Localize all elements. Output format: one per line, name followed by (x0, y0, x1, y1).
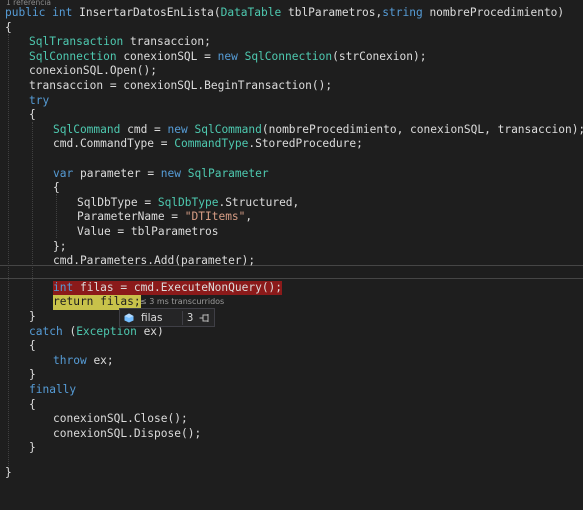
token-plain: cmd.CommandType = (53, 137, 175, 151)
token-plain: ParameterName = (77, 210, 185, 224)
code-line-32[interactable]: } (0, 466, 583, 481)
debug-datatip[interactable]: filas 3 (119, 308, 215, 327)
token-plain: } (29, 441, 36, 455)
token-keyword: finally (29, 383, 77, 396)
token-plain: { (29, 108, 36, 122)
token-keyword: new (167, 122, 188, 136)
code-line-26[interactable]: finally (0, 383, 583, 398)
code-line-8[interactable]: { (0, 108, 583, 123)
token-plain: tblParametros, (287, 6, 383, 19)
code-line-12[interactable]: { (0, 181, 583, 196)
code-line-23[interactable]: { (0, 339, 583, 354)
token-plain: conexionSQL.Open(); (29, 64, 157, 78)
code-line-21[interactable]: } (0, 310, 583, 325)
token-type: SqlParameter (187, 166, 269, 180)
code-line-14[interactable]: ParameterName = "DTItems", (0, 210, 583, 225)
token-plain: SqlDbType = (77, 195, 158, 209)
code-editor[interactable]: 1 referencia public int InsertarDatosEnL… (0, 0, 583, 492)
datatip-variable-name[interactable]: filas (141, 312, 162, 324)
code-line-17[interactable]: cmd.Parameters.Add(parameter); (0, 254, 583, 269)
token-plain: transaccion; (130, 35, 211, 49)
token-plain: nombreProcedimiento) (429, 6, 565, 19)
token-plain: parameter = (79, 166, 161, 180)
token-type: CommandType (174, 137, 249, 151)
token-plain: { (29, 397, 36, 411)
token-plain: conexionSQL.Close(); (53, 412, 188, 426)
code-line-29[interactable]: conexionSQL.Dispose(); (0, 427, 583, 442)
code-line-11[interactable]: var parameter = new SqlParameter (0, 167, 583, 182)
token-plain: filas; (100, 295, 141, 309)
token-keyword: new (160, 166, 182, 180)
code-line-20[interactable]: return filas; (0, 295, 583, 310)
token-plain: filas = cmd.ExecuteNonQuery(); (79, 280, 283, 294)
code-line-27[interactable]: { (0, 398, 583, 413)
code-line-10[interactable]: cmd.CommandType = CommandType.StoredProc… (0, 137, 583, 152)
token-type: SqlCommand (53, 122, 121, 136)
token-type: SqlCommand (194, 122, 262, 136)
token-keyword: new (217, 49, 238, 63)
token-plain: (strConexion); (332, 49, 427, 63)
code-line-25[interactable]: } (0, 368, 583, 383)
token-plain: .Structured, (218, 195, 300, 209)
code-line-22[interactable]: catch (Exception ex) (0, 325, 583, 340)
token-plain: ex; (93, 353, 114, 367)
code-line-6[interactable]: transaccion = conexionSQL.BeginTransacti… (0, 79, 583, 94)
code-line-1[interactable]: public int InsertarDatosEnLista(DataTabl… (0, 6, 583, 21)
token-plain: } (29, 368, 36, 382)
code-line-9[interactable]: SqlCommand cmd = new SqlCommand(nombrePr… (0, 123, 583, 138)
token-plain: conexionSQL = (123, 49, 218, 63)
token-plain: (nombreProcedimiento, conexionSQL, trans… (261, 122, 583, 136)
token-keyword: try (29, 93, 50, 107)
code-line-30[interactable]: } (0, 441, 583, 456)
elapsed-time-hint[interactable]: ≤ 3 ms transcurridos (140, 297, 224, 306)
token-type: SqlTransaction (29, 35, 124, 49)
code-line-2[interactable]: { (0, 21, 583, 36)
breakpoint-highlight: int filas = cmd.ExecuteNonQuery(); (53, 280, 283, 296)
token-keyword: public (5, 6, 46, 19)
token-plain: } (5, 466, 12, 479)
token-plain: { (53, 181, 60, 195)
token-type: DataTable (220, 6, 282, 19)
datatip-value[interactable]: 3 (187, 312, 193, 324)
token-plain: cmd = (127, 122, 168, 136)
code-line-5[interactable]: conexionSQL.Open(); (0, 64, 583, 79)
token-keyword: int (53, 280, 74, 294)
token-plain: } (29, 310, 36, 323)
token-string: "DTItems" (184, 210, 246, 224)
pin-icon[interactable] (199, 313, 211, 323)
token-plain: conexionSQL.Dispose(); (53, 426, 202, 440)
token-plain: , (245, 210, 253, 224)
code-line-13[interactable]: SqlDbType = SqlDbType.Structured, (0, 196, 583, 211)
token-keyword: string (382, 6, 423, 19)
token-keyword: var (53, 166, 74, 180)
variable-icon (124, 313, 134, 323)
code-line-16[interactable]: }; (0, 240, 583, 255)
code-line-19[interactable]: int filas = cmd.ExecuteNonQuery(); (0, 280, 583, 296)
method-name: InsertarDatosEnLista( (79, 6, 221, 19)
token-keyword: catch (29, 324, 63, 338)
datatip-separator (182, 311, 183, 325)
token-plain: transaccion = conexionSQL.BeginTransacti… (29, 79, 333, 92)
token-plain: }; (53, 239, 67, 253)
token-plain: { (29, 339, 36, 353)
code-line-24[interactable]: throw ex; (0, 354, 583, 369)
code-line-4[interactable]: SqlConnection conexionSQL = new SqlConne… (0, 50, 583, 65)
token-type: SqlConnection (244, 49, 333, 63)
token-type: SqlConnection (29, 49, 117, 63)
code-line-7[interactable]: try (0, 94, 583, 109)
token-keyword: int (52, 6, 73, 19)
token-type: SqlDbType (157, 195, 219, 209)
code-line-15[interactable]: Value = tblParametros (0, 225, 583, 240)
code-line-3[interactable]: SqlTransaction transaccion; (0, 35, 583, 50)
token-keyword: throw (53, 353, 87, 367)
token-keyword: return (53, 295, 94, 309)
token-plain: cmd.Parameters.Add(parameter); (53, 254, 256, 268)
token-plain: .StoredProcedure; (248, 137, 363, 151)
token-plain: Value = tblParametros (77, 225, 219, 238)
token-plain: { (5, 20, 12, 34)
code-line-28[interactable]: conexionSQL.Close(); (0, 412, 583, 427)
